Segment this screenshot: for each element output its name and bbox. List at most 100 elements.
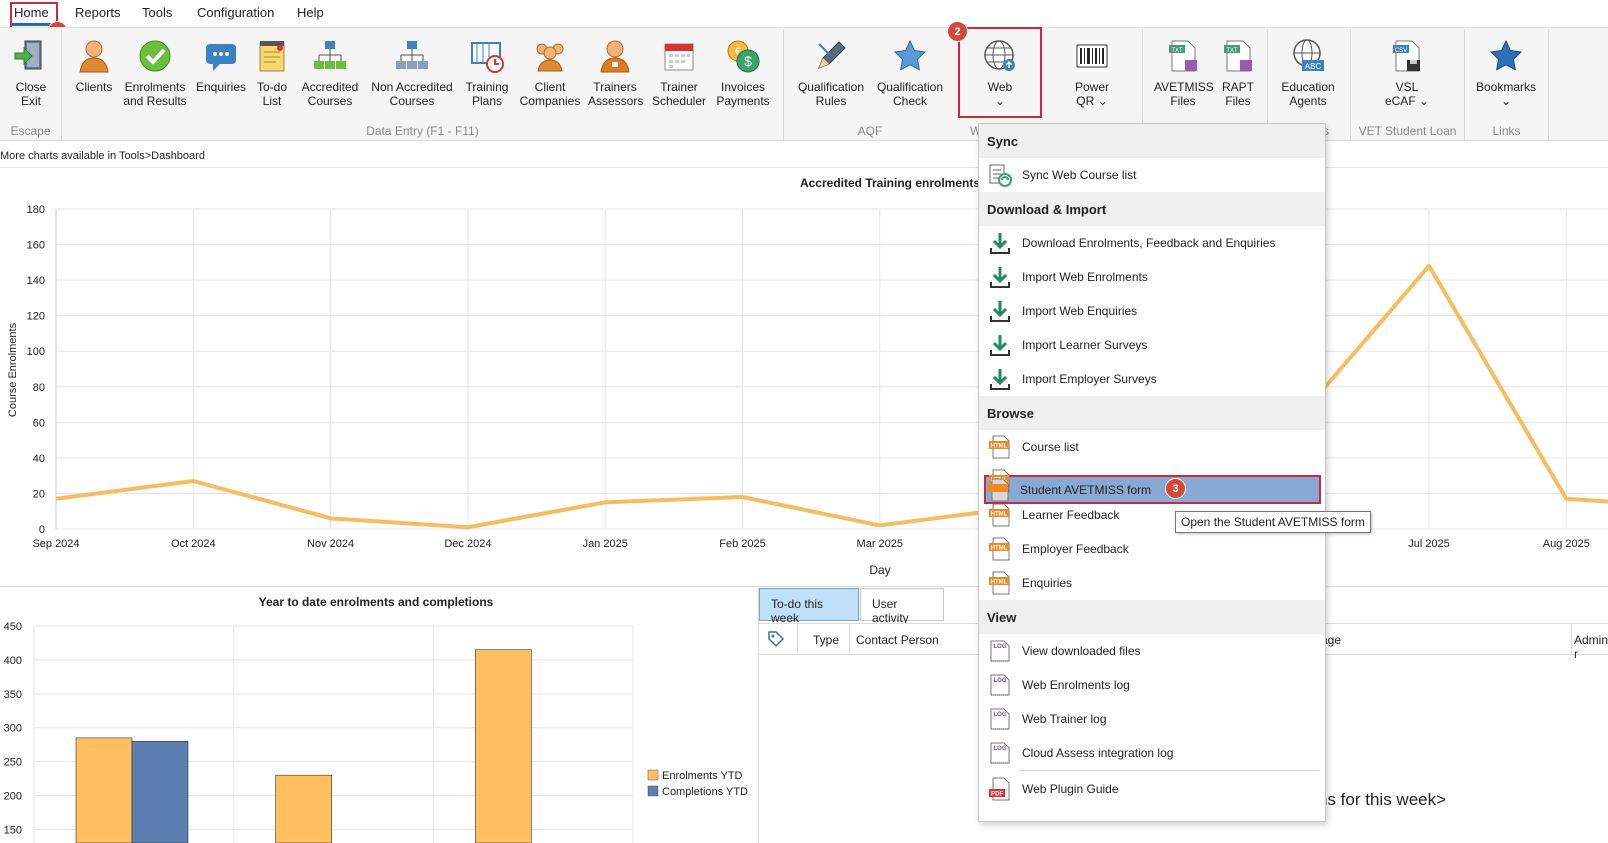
menu-item-import-web-enquiries[interactable]: Import Web Enquiries	[979, 294, 1325, 328]
notepad-icon	[254, 38, 290, 74]
highlighted-menu-item[interactable]: Student AVETMISS form	[984, 475, 1321, 504]
bar-enrolments-ytd	[475, 649, 532, 843]
y-tick-label: 450	[4, 621, 22, 633]
group-label-links: Links	[1492, 124, 1521, 138]
menu-item-student-avetmiss-form-label: Student AVETMISS form	[1020, 483, 1152, 497]
invoices-payments-button[interactable]: € $ Invoices Payments	[716, 38, 770, 108]
menu-item-web-enrolments-log[interactable]: LOG Web Enrolments log	[979, 668, 1325, 702]
x-tick-label: Jul 2025	[1408, 538, 1450, 550]
avetmiss-files-button[interactable]: TXT AVETMISS Files	[1154, 38, 1214, 108]
menu-item-import-employer-surveys[interactable]: Import Employer Surveys	[979, 362, 1325, 396]
todo-list-button[interactable]: To-do List	[253, 38, 291, 108]
x-tick-label: Dec 2024	[444, 538, 491, 550]
series-line-enrolments	[55, 263, 1608, 530]
menu-item-cloud-assess-integration-log[interactable]: LOG Cloud Assess integration log	[979, 736, 1325, 770]
tag-icon[interactable]	[767, 630, 785, 651]
section-header-download-import: Download & Import	[979, 192, 1325, 226]
x-tick-label: Oct 2024	[171, 538, 216, 550]
bookmarks-button[interactable]: Bookmarks ⌄	[1474, 38, 1538, 108]
download-icon	[988, 231, 1012, 255]
enquiries-button[interactable]: Enquiries	[195, 38, 247, 94]
non-accredited-courses-button[interactable]: Non Accredited Courses	[368, 38, 456, 108]
vsl-ecaf-button[interactable]: CSV VSL eCAF ⌄	[1382, 38, 1432, 108]
x-tick-label: Mar 2025	[857, 538, 903, 550]
hierarchy-icon	[312, 38, 348, 74]
svg-text:PDF: PDF	[991, 792, 1003, 798]
person-icon	[76, 38, 112, 74]
csv-file-icon: CSV	[1389, 38, 1425, 74]
y-tick-label: 80	[33, 382, 45, 394]
download-icon	[988, 299, 1012, 323]
section-header-view: View	[979, 600, 1325, 634]
education-agents-button[interactable]: ABC Education Agents	[1277, 38, 1339, 108]
divider	[0, 586, 1608, 587]
group-label-aqf: AQF	[857, 124, 883, 138]
coins-icon: € $	[725, 38, 761, 74]
x-axis-label: Day	[869, 563, 890, 577]
clients-button[interactable]: Clients	[73, 38, 115, 94]
menu-item-sync-web-course-list[interactable]: Sync Web Course list	[979, 158, 1325, 192]
group-separator	[1548, 30, 1549, 140]
y-tick-label: 300	[4, 723, 22, 735]
annotation-badge-2: 2	[947, 21, 968, 42]
ribbon-toolbar: Close Exit Clients Enrolments and Result…	[0, 27, 1608, 141]
barcode-icon	[1074, 38, 1110, 74]
download-icon	[988, 333, 1012, 357]
column-header-contact-person[interactable]: Contact Person	[856, 633, 939, 647]
tab-user-activity[interactable]: User activity	[860, 588, 944, 625]
exit-icon	[13, 38, 49, 74]
svg-text:HTML: HTML	[991, 546, 1008, 552]
y-tick-label: 200	[4, 791, 22, 803]
qualification-rules-button[interactable]: Qualification Rules	[795, 38, 867, 108]
accredited-courses-button[interactable]: Accredited Courses	[299, 38, 361, 108]
star-icon	[892, 38, 928, 74]
chat-icon	[203, 38, 239, 74]
hierarchy-icon	[394, 38, 430, 74]
y-axis-label: Course Enrolments	[7, 322, 19, 417]
training-plans-button[interactable]: Training Plans	[462, 38, 512, 108]
qualification-check-button[interactable]: Qualification Check	[874, 38, 946, 108]
menu-item-import-learner-surveys[interactable]: Import Learner Surveys	[979, 328, 1325, 362]
menu-tools[interactable]: Tools	[142, 5, 172, 20]
menu-item-import-web-enrolments[interactable]: Import Web Enrolments	[979, 260, 1325, 294]
trainer-scheduler-button[interactable]: Trainer Scheduler	[650, 38, 708, 108]
star-icon	[1488, 38, 1524, 74]
enrolments-results-button[interactable]: Enrolments and Results	[123, 38, 187, 108]
legend-label: Enrolments YTD	[662, 770, 743, 782]
menu-reports[interactable]: Reports	[75, 5, 121, 20]
power-qr-button[interactable]: Power QR ⌄	[1069, 38, 1115, 108]
menu-item-enquiries[interactable]: HTML Enquiries	[979, 566, 1325, 600]
html-file-icon	[987, 478, 1011, 502]
globe-abc-icon: ABC	[1290, 38, 1326, 74]
trainers-assessors-button[interactable]: Trainers Assessors	[588, 38, 643, 108]
menu-item-web-plugin-guide[interactable]: PDF Web Plugin Guide	[979, 772, 1325, 806]
close-exit-button[interactable]: Close Exit	[8, 38, 54, 108]
trainer-icon	[597, 38, 633, 74]
group-label-vet-student-loan: VET Student Loan	[1358, 124, 1457, 138]
x-tick-label: Feb 2025	[719, 538, 765, 550]
menu-item-view-downloaded-files[interactable]: LOG View downloaded files	[979, 634, 1325, 668]
client-companies-button[interactable]: Client Companies	[518, 38, 582, 108]
column-header-admin[interactable]: Admin r	[1574, 633, 1608, 661]
html-file-icon: HTML	[988, 571, 1012, 595]
bar-enrolments-ytd	[75, 737, 133, 843]
menu-separator	[1019, 770, 1319, 771]
menu-item-employer-feedback[interactable]: HTML Employer Feedback	[979, 532, 1325, 566]
download-icon	[988, 265, 1012, 289]
html-file-icon: HTML	[988, 537, 1012, 561]
menu-item-download-enrolments-feedback-enquiries[interactable]: Download Enrolments, Feedback and Enquir…	[979, 226, 1325, 260]
menu-help[interactable]: Help	[297, 5, 324, 20]
txt-file-icon: TXT	[1165, 38, 1201, 74]
column-header-type[interactable]: Type	[813, 633, 839, 647]
html-file-icon: HTML	[988, 503, 1012, 527]
log-file-icon: LOG	[988, 673, 1012, 697]
menu-bar: Home Reports Tools Configuration Help	[0, 0, 1608, 27]
web-dropdown-menu: Sync Sync Web Course list Download & Imp…	[978, 123, 1326, 822]
menu-configuration[interactable]: Configuration	[197, 5, 274, 20]
empty-grid-message: ns for this week>	[1318, 790, 1447, 809]
rapt-files-button[interactable]: TXT RAPT Files	[1218, 38, 1258, 108]
tab-todo-this-week[interactable]: To-do this week	[759, 588, 859, 625]
menu-item-web-trainer-log[interactable]: LOG Web Trainer log	[979, 702, 1325, 736]
svg-text:TXT: TXT	[1171, 48, 1183, 54]
menu-item-course-list[interactable]: HTML Course list	[979, 430, 1325, 464]
